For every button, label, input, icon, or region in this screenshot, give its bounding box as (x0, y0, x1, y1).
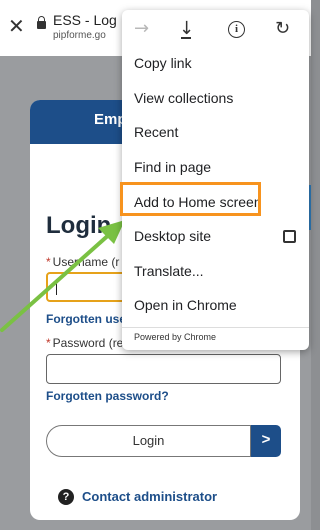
forward-icon[interactable]: → (134, 18, 149, 39)
required-asterisk: * (46, 255, 51, 269)
menu-item-desktop-site[interactable]: Desktop site (122, 219, 309, 253)
forgotten-password-link[interactable]: Forgotten password? (46, 389, 169, 403)
close-icon[interactable]: ✕ (8, 14, 25, 38)
powered-by-text: Powered by Chrome (134, 332, 217, 342)
menu-icon-row: → ↓ i ↻ (122, 10, 309, 50)
required-asterisk: * (46, 336, 51, 350)
menu-item-translate[interactable]: Translate... (122, 254, 309, 288)
reload-icon[interactable]: ↻ (275, 18, 290, 39)
browser-overflow-menu: → ↓ i ↻ Copy link View collections Recen… (122, 10, 309, 350)
tab-title: ESS - Log (53, 12, 117, 28)
highlight-annotation-box (120, 182, 261, 216)
download-icon[interactable]: ↓ (179, 18, 194, 39)
forgotten-username-link[interactable]: Forgotten use (46, 312, 126, 326)
username-label-text: Username (r (52, 255, 120, 269)
help-icon: ? (58, 489, 74, 505)
username-label: * Username (r (46, 255, 119, 269)
login-title: Login (46, 212, 112, 239)
lock-icon (37, 16, 46, 29)
login-button[interactable]: Login (46, 425, 251, 457)
menu-item-view-collections[interactable]: View collections (122, 81, 309, 115)
menu-item-open-in-chrome[interactable]: Open in Chrome (122, 288, 309, 322)
info-icon[interactable]: i (228, 21, 245, 38)
menu-divider (122, 327, 309, 328)
password-label: * Password (re (46, 336, 123, 350)
password-input[interactable] (46, 354, 281, 384)
url-text[interactable]: pipforme.go (53, 30, 106, 41)
menu-item-find-in-page[interactable]: Find in page (122, 150, 309, 184)
password-label-text: Password (re (52, 336, 124, 350)
menu-item-recent[interactable]: Recent (122, 115, 309, 149)
desktop-site-checkbox[interactable] (283, 230, 296, 243)
menu-item-copy-link[interactable]: Copy link (122, 46, 309, 80)
login-arrow-button[interactable]: > (251, 425, 281, 457)
desktop-site-label: Desktop site (134, 228, 212, 244)
contact-administrator-link[interactable]: Contact administrator (82, 489, 217, 504)
